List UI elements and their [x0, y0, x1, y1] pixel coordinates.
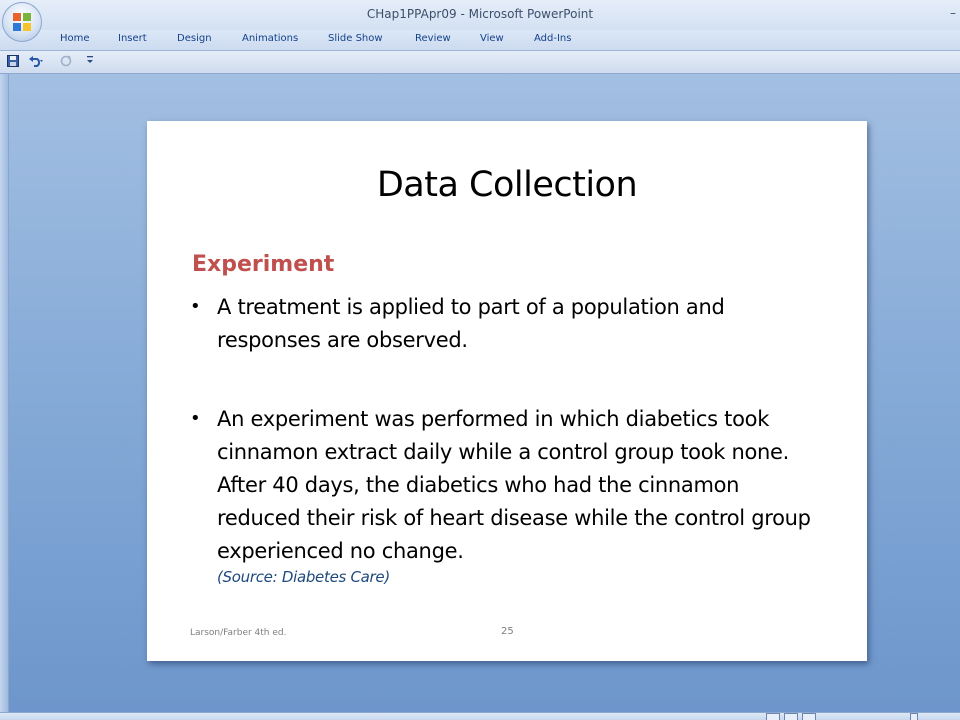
tab-animations[interactable]: Animations: [242, 33, 298, 44]
slide-canvas[interactable]: Data Collection Experiment • A treatment…: [147, 121, 867, 661]
bullet-icon: •: [190, 296, 201, 317]
quick-access-toolbar: [0, 51, 960, 74]
tab-design[interactable]: Design: [177, 33, 212, 44]
status-bar: [0, 712, 960, 720]
tab-add-ins[interactable]: Add-Ins: [534, 33, 571, 44]
zoom-slider-thumb-icon[interactable]: [910, 713, 918, 720]
slides-pane-edge[interactable]: [0, 74, 9, 712]
redo-icon[interactable]: [60, 55, 72, 71]
slide-sorter-icon[interactable]: [784, 713, 798, 720]
slide-subtitle[interactable]: Experiment: [192, 252, 334, 277]
slideshow-view-icon[interactable]: [802, 713, 816, 720]
window-title: CHap1PPApr09 - Microsoft PowerPoint: [366, 7, 594, 21]
bullet-item[interactable]: • An experiment was performed in which d…: [190, 403, 827, 588]
ribbon-tabs: Home Insert Design Animations Slide Show…: [0, 30, 960, 51]
tab-slide-show[interactable]: Slide Show: [328, 33, 383, 44]
office-logo-icon: [13, 13, 31, 31]
minimize-button[interactable]: –: [950, 6, 956, 20]
tab-home[interactable]: Home: [60, 33, 90, 44]
tab-view[interactable]: View: [480, 33, 504, 44]
bullet-item[interactable]: • A treatment is applied to part of a po…: [190, 291, 827, 357]
bullet-text: An experiment was performed in which dia…: [217, 407, 811, 563]
undo-icon[interactable]: [28, 55, 44, 71]
slide-number: 25: [501, 626, 514, 637]
customize-icon[interactable]: [86, 55, 94, 69]
bullet-icon: •: [190, 408, 201, 429]
bullet-text: A treatment is applied to part of a popu…: [217, 295, 725, 352]
normal-view-icon[interactable]: [766, 713, 780, 720]
title-bar: CHap1PPApr09 - Microsoft PowerPoint –: [0, 0, 960, 30]
slide-footer: Larson/Farber 4th ed.: [190, 628, 287, 638]
slide-title[interactable]: Data Collection: [147, 165, 867, 205]
office-button[interactable]: [2, 2, 42, 42]
tab-insert[interactable]: Insert: [118, 33, 147, 44]
powerpoint-window: CHap1PPApr09 - Microsoft PowerPoint – Ho…: [0, 0, 960, 720]
source-citation: (Source: Diabetes Care): [217, 568, 390, 586]
tab-review[interactable]: Review: [415, 33, 451, 44]
save-icon[interactable]: [7, 55, 19, 71]
